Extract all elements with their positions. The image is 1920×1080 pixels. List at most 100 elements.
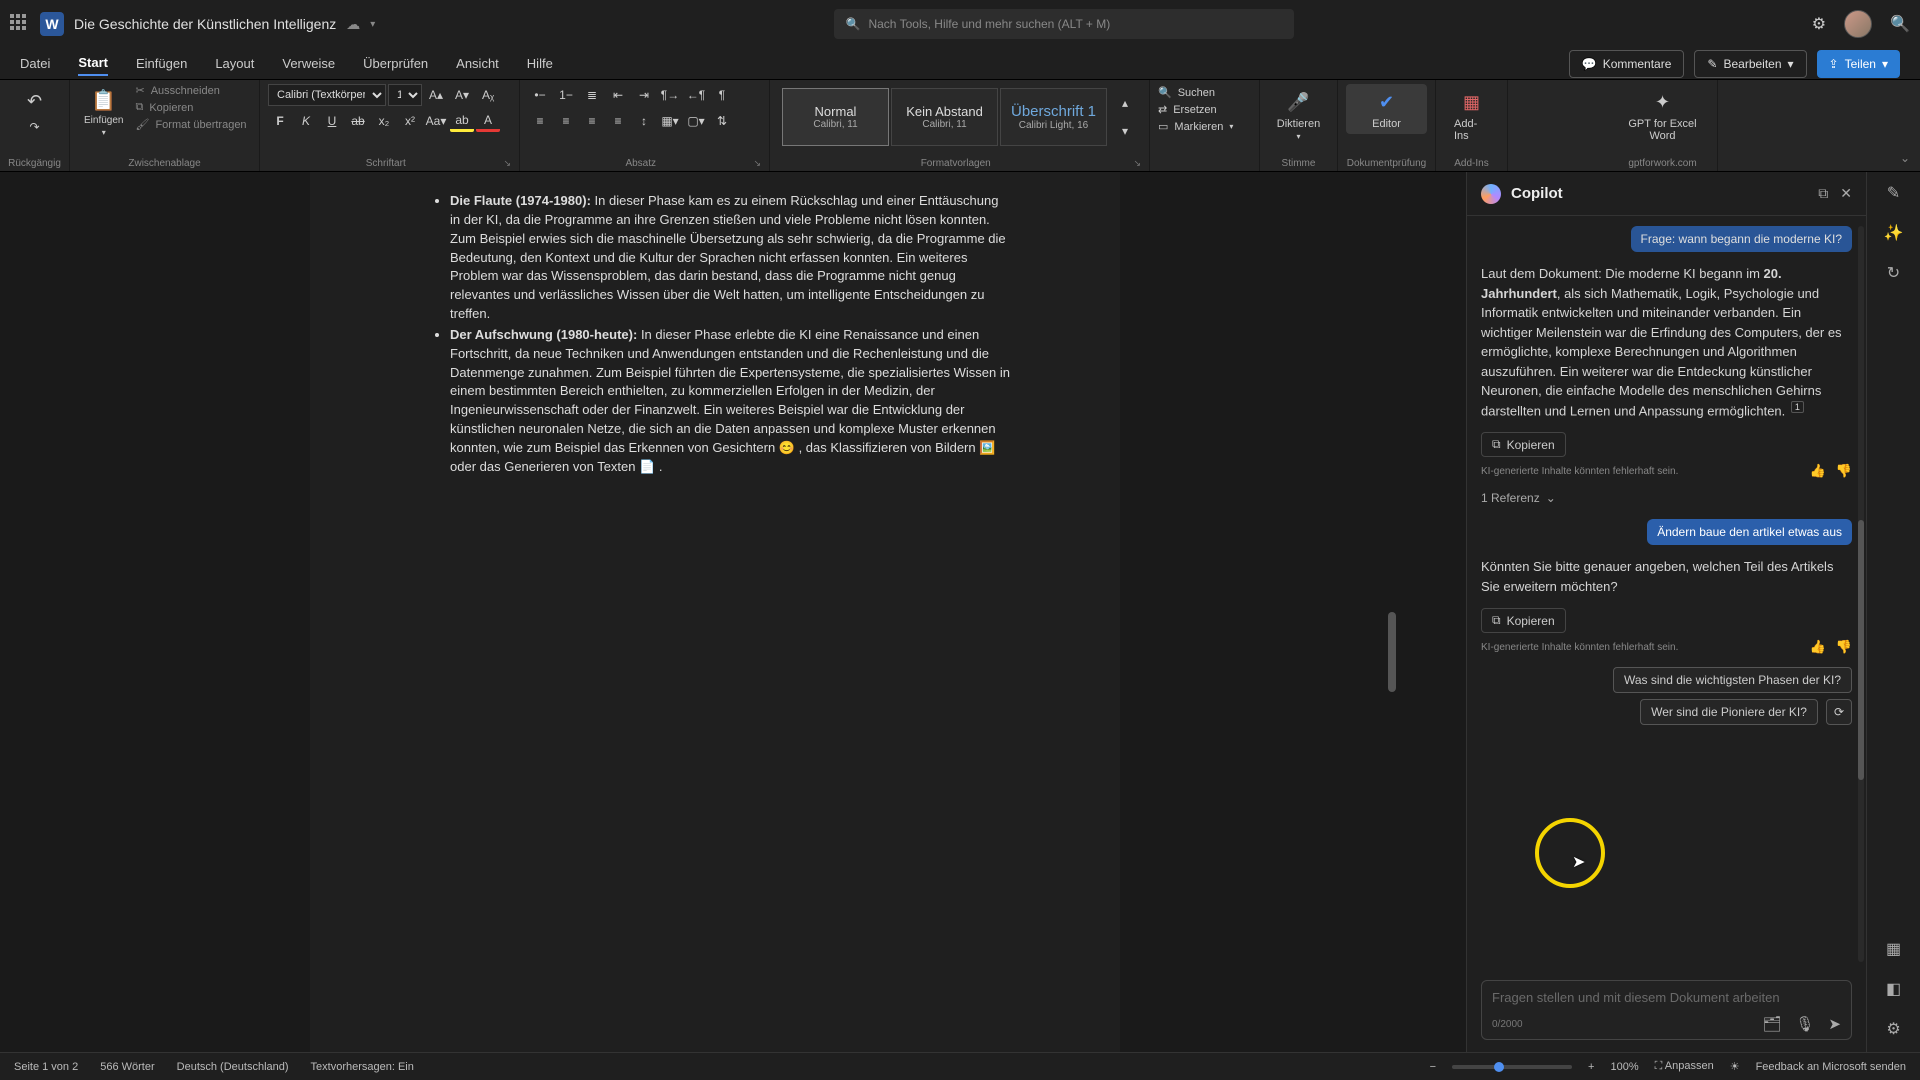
font-dialog-launcher-icon[interactable]: ↘ bbox=[503, 158, 511, 169]
justify-icon[interactable]: ≡ bbox=[606, 110, 630, 132]
menu-datei[interactable]: Datei bbox=[20, 52, 50, 75]
undo-icon[interactable]: ↶ bbox=[23, 90, 47, 112]
thumbs-down-icon[interactable]: 👎 bbox=[1836, 463, 1852, 479]
styles-scroll-up-icon[interactable]: ▴ bbox=[1113, 92, 1137, 114]
send-icon[interactable]: ➤ bbox=[1828, 1015, 1841, 1033]
comments-button[interactable]: 💬Kommentare bbox=[1569, 50, 1685, 78]
word-count[interactable]: 566 Wörter bbox=[100, 1061, 154, 1073]
style-normal[interactable]: Normal Calibri, 11 bbox=[782, 88, 889, 146]
increase-indent-icon[interactable]: ⇥ bbox=[632, 84, 656, 106]
zoom-in-button[interactable]: + bbox=[1588, 1061, 1594, 1073]
scrollbar-thumb[interactable] bbox=[1858, 520, 1864, 780]
suggestion-chip[interactable]: Wer sind die Pioniere der KI? bbox=[1640, 699, 1818, 725]
copilot-input-box[interactable]: 0/2000 🗂 🎙 ➤ bbox=[1481, 980, 1852, 1040]
redo-icon[interactable]: ↷ bbox=[23, 116, 47, 138]
align-right-icon[interactable]: ≡ bbox=[580, 110, 604, 132]
subscript-icon[interactable]: x₂ bbox=[372, 110, 396, 132]
document-scrollbar[interactable] bbox=[1388, 192, 1396, 1032]
align-left-icon[interactable]: ≡ bbox=[528, 110, 552, 132]
addins-button[interactable]: ▦ Add-Ins bbox=[1444, 84, 1499, 146]
line-spacing-icon[interactable]: ↕ bbox=[632, 110, 656, 132]
rail-editor-icon[interactable]: ✎ bbox=[1881, 180, 1907, 206]
editor-button[interactable]: ✔ Editor bbox=[1346, 84, 1427, 134]
saved-cloud-icon[interactable]: ☁ bbox=[346, 16, 360, 33]
feedback-link[interactable]: Feedback an Microsoft senden bbox=[1756, 1061, 1906, 1073]
zoom-knob[interactable] bbox=[1494, 1062, 1504, 1072]
mic-icon[interactable]: 🎙 bbox=[1795, 1015, 1814, 1033]
paste-button[interactable]: 📋 Einfügen ▾ bbox=[78, 84, 129, 141]
find-button[interactable]: 🔍Suchen bbox=[1158, 84, 1251, 101]
paragraph-dialog-launcher-icon[interactable]: ↘ bbox=[753, 158, 761, 169]
find-in-app-icon[interactable]: 🔍 bbox=[1890, 14, 1910, 34]
copy-button[interactable]: ⧉Kopieren bbox=[135, 101, 246, 114]
copilot-prompt-input[interactable] bbox=[1492, 990, 1841, 1005]
rtl-icon[interactable]: ←¶ bbox=[684, 84, 708, 106]
search-box[interactable]: 🔍 Nach Tools, Hilfe und mehr suchen (ALT… bbox=[834, 9, 1294, 39]
strikethrough-icon[interactable]: ab bbox=[346, 110, 370, 132]
show-marks-icon[interactable]: ¶ bbox=[710, 84, 734, 106]
format-painter-button[interactable]: 🖌Format übertragen bbox=[135, 118, 246, 131]
rail-history-icon[interactable]: ↻ bbox=[1881, 260, 1907, 286]
rail-addon2-icon[interactable]: ◧ bbox=[1881, 976, 1907, 1002]
language-indicator[interactable]: Deutsch (Deutschland) bbox=[177, 1061, 289, 1073]
menu-verweise[interactable]: Verweise bbox=[282, 52, 335, 75]
rail-designer-icon[interactable]: ✨ bbox=[1881, 220, 1907, 246]
zoom-level[interactable]: 100% bbox=[1610, 1061, 1638, 1073]
scrollbar-thumb[interactable] bbox=[1388, 612, 1396, 692]
shading-icon[interactable]: ▦▾ bbox=[658, 110, 682, 132]
popout-icon[interactable]: ⧉ bbox=[1818, 185, 1828, 202]
ribbon-expand-icon[interactable]: ⌄ bbox=[1900, 151, 1910, 165]
rail-settings-icon[interactable]: ⚙ bbox=[1881, 1016, 1907, 1042]
references-toggle[interactable]: 1 Referenz⌄ bbox=[1481, 491, 1852, 505]
font-color-icon[interactable]: A bbox=[476, 110, 500, 132]
rail-addon1-icon[interactable]: ▦ bbox=[1881, 936, 1907, 962]
share-button[interactable]: ⇪Teilen▾ bbox=[1817, 50, 1900, 78]
ltr-icon[interactable]: ¶→ bbox=[658, 84, 682, 106]
select-button[interactable]: ▭Markieren▾ bbox=[1158, 118, 1251, 135]
suggestion-chip[interactable]: Was sind die wichtigsten Phasen der KI? bbox=[1613, 667, 1852, 693]
superscript-icon[interactable]: x² bbox=[398, 110, 422, 132]
app-launcher-icon[interactable] bbox=[10, 14, 30, 34]
close-icon[interactable]: ✕ bbox=[1840, 185, 1852, 202]
bullets-icon[interactable]: •− bbox=[528, 84, 552, 106]
font-name-select[interactable]: Calibri (Textkörper) bbox=[268, 84, 386, 106]
document-title[interactable]: Die Geschichte der Künstlichen Intellige… bbox=[74, 16, 336, 32]
account-avatar[interactable] bbox=[1844, 10, 1872, 38]
italic-icon[interactable]: K bbox=[294, 110, 318, 132]
gpt-addon-button[interactable]: ✦ GPT for Excel Word bbox=[1616, 84, 1709, 146]
reference-marker[interactable]: 1 bbox=[1791, 401, 1804, 413]
styles-scroll-down-icon[interactable]: ▾ bbox=[1113, 120, 1137, 142]
zoom-out-button[interactable]: − bbox=[1430, 1061, 1436, 1073]
document-page[interactable]: Die Flaute (1974-1980): In dieser Phase … bbox=[310, 172, 1120, 1052]
menu-layout[interactable]: Layout bbox=[215, 52, 254, 75]
editing-mode-button[interactable]: ✎Bearbeiten▾ bbox=[1694, 50, 1806, 78]
multilevel-list-icon[interactable]: ≣ bbox=[580, 84, 604, 106]
decrease-indent-icon[interactable]: ⇤ bbox=[606, 84, 630, 106]
thumbs-up-icon[interactable]: 👍 bbox=[1810, 463, 1826, 479]
style-no-spacing[interactable]: Kein Abstand Calibri, 11 bbox=[891, 88, 998, 146]
refresh-suggestions-button[interactable]: ⟳ bbox=[1826, 699, 1852, 725]
font-size-select[interactable]: 11 bbox=[388, 84, 422, 106]
borders-icon[interactable]: ▢▾ bbox=[684, 110, 708, 132]
settings-gear-icon[interactable]: ⚙ bbox=[1812, 14, 1826, 34]
underline-icon[interactable]: U bbox=[320, 110, 344, 132]
highlight-icon[interactable]: ab bbox=[450, 110, 474, 132]
copilot-scrollbar[interactable] bbox=[1858, 226, 1864, 962]
clear-formatting-icon[interactable]: Aᵪ bbox=[476, 84, 500, 106]
copy-button[interactable]: ⧉Kopieren bbox=[1481, 608, 1566, 633]
shrink-font-icon[interactable]: A▾ bbox=[450, 84, 474, 106]
change-case-icon[interactable]: Aa▾ bbox=[424, 110, 448, 132]
list-item[interactable]: Die Flaute (1974-1980): In dieser Phase … bbox=[450, 192, 1010, 324]
menu-start[interactable]: Start bbox=[78, 51, 108, 76]
menu-ansicht[interactable]: Ansicht bbox=[456, 52, 499, 75]
grow-font-icon[interactable]: A▴ bbox=[424, 84, 448, 106]
style-heading1[interactable]: Überschrift 1 Calibri Light, 16 bbox=[1000, 88, 1107, 146]
predictions-indicator[interactable]: Textvorhersagen: Ein bbox=[311, 1061, 414, 1073]
title-chevron-icon[interactable]: ▾ bbox=[370, 19, 375, 30]
sort-icon[interactable]: ⇅ bbox=[710, 110, 734, 132]
zoom-slider[interactable] bbox=[1452, 1065, 1572, 1069]
replace-button[interactable]: ⇄Ersetzen bbox=[1158, 101, 1251, 118]
dictate-button[interactable]: 🎤 Diktieren ▾ bbox=[1268, 84, 1329, 145]
page-indicator[interactable]: Seite 1 von 2 bbox=[14, 1061, 78, 1073]
list-item[interactable]: Der Aufschwung (1980-heute): In dieser P… bbox=[450, 326, 1010, 477]
